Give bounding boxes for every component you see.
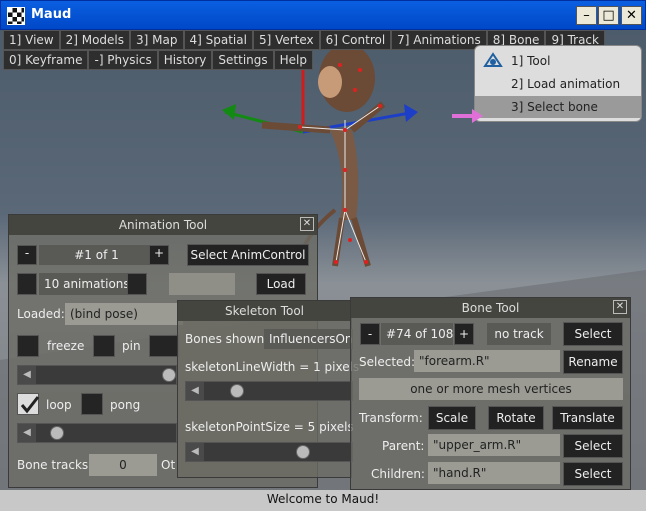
children-field: "hand.R" [428, 462, 560, 484]
menu-spatial[interactable]: 4] Spatial [183, 30, 253, 50]
rename-button[interactable]: Rename [563, 350, 623, 374]
popup-item-tool[interactable]: 1] Tool [475, 50, 641, 72]
app-icon [7, 7, 25, 25]
maximize-button[interactable]: □ [598, 6, 619, 25]
menu-control[interactable]: 6] Control [319, 30, 392, 50]
bones-shown-select[interactable]: InfluencersOnly [264, 329, 353, 349]
load-button[interactable]: Load [256, 273, 306, 295]
bone-tool-header[interactable]: Bone Tool ✕ [351, 298, 630, 318]
bone-counter: #74 of 108 [381, 323, 453, 345]
loop-label: loop [46, 398, 72, 412]
translate-button[interactable]: Translate [552, 406, 623, 430]
track-status: no track [487, 323, 551, 345]
freeze-label: freeze [47, 339, 85, 353]
menu-vertex[interactable]: 5] Vertex [252, 30, 320, 50]
next-anim-button[interactable]: + [149, 245, 169, 265]
menu-history[interactable]: History [157, 50, 213, 70]
select-parent-button[interactable]: Select [563, 434, 623, 458]
menu-map[interactable]: 3] Map [130, 30, 184, 50]
parent-label: Parent: [382, 439, 425, 453]
scale-button[interactable]: Scale [428, 406, 476, 430]
loop-checkbox[interactable] [17, 393, 40, 415]
menu-view[interactable]: 1] View [3, 30, 60, 50]
menu-keyframe[interactable]: 0] Keyframe [3, 50, 89, 70]
time-slider[interactable]: ◀ [17, 365, 177, 385]
animation-tool-title: Animation Tool [118, 218, 208, 232]
extra-checkbox[interactable] [149, 335, 179, 357]
menu-bar-row2: 0] Keyframe -] Physics History Settings … [3, 50, 313, 70]
selected-label: Selected: [359, 355, 416, 369]
pong-checkbox[interactable] [81, 393, 103, 415]
skeleton-tool-header[interactable]: Skeleton Tool [178, 301, 351, 321]
bone-tracks-label: Bone tracks: [17, 458, 93, 472]
popup-item-load-animation[interactable]: 2] Load animation [475, 73, 641, 95]
point-size-label: skeletonPointSize = 5 pixels [185, 420, 354, 434]
influence-field: one or more mesh vertices [359, 378, 623, 400]
window-title: Maud [31, 7, 72, 22]
next-bone-button[interactable]: + [454, 323, 474, 345]
bone-popup-menu: 1] Tool 2] Load animation 3] Select bone [474, 45, 642, 122]
menu-animations[interactable]: 7] Animations [391, 30, 487, 50]
animation-count: 10 animations [39, 273, 135, 295]
skeleton-tool-title: Skeleton Tool [224, 304, 304, 318]
menu-help[interactable]: Help [273, 50, 313, 70]
children-label: Children: [371, 467, 425, 481]
bones-shown-label: Bones shown: [185, 332, 269, 346]
pin-label: pin [122, 339, 141, 353]
pong-label: pong [110, 398, 141, 412]
animation-tool-header[interactable]: Animation Tool ✕ [9, 215, 317, 235]
loaded-field: (bind pose) [65, 303, 183, 325]
select-child-button[interactable]: Select [563, 462, 623, 486]
menu-models[interactable]: 2] Models [59, 30, 131, 50]
point-size-slider[interactable]: ◀ [185, 442, 353, 462]
other-label: Ot [161, 458, 176, 472]
check-icon [20, 396, 40, 414]
close-icon[interactable]: ✕ [613, 300, 627, 314]
pointer-arrow-icon [452, 109, 483, 123]
rotate-button[interactable]: Rotate [488, 406, 544, 430]
title-bar: Maud – □ ✕ [0, 0, 646, 30]
anim-prev-square[interactable] [17, 273, 37, 295]
menu-physics[interactable]: -] Physics [88, 50, 158, 70]
anim-counter: #1 of 1 [39, 245, 149, 265]
bone-tool-panel: Bone Tool ✕ - #74 of 108 + no track Selec… [350, 297, 631, 490]
close-icon[interactable]: ✕ [300, 217, 314, 231]
transform-label: Transform: [359, 411, 423, 425]
popup-item-select-bone[interactable]: 3] Select bone [475, 96, 641, 118]
freeze-checkbox[interactable] [17, 335, 39, 357]
speed-slider[interactable]: ◀ [17, 423, 177, 443]
pin-checkbox[interactable] [93, 335, 115, 357]
select-bone-button[interactable]: Select [563, 322, 623, 346]
loaded-label: Loaded: [17, 307, 65, 321]
bone-tracks-value: 0 [89, 454, 157, 476]
anim-next-square[interactable] [127, 273, 147, 295]
bone-tool-title: Bone Tool [461, 301, 520, 315]
prev-anim-button[interactable]: - [17, 245, 37, 265]
selected-bone-field: "forearm.R" [414, 350, 560, 372]
prev-bone-button[interactable]: - [360, 323, 380, 345]
select-animcontrol-button[interactable]: Select AnimControl [187, 244, 309, 266]
minimize-button[interactable]: – [576, 6, 597, 25]
parent-field: "upper_arm.R" [428, 434, 560, 456]
line-width-label: skeletonLineWidth = 1 pixels [185, 360, 360, 374]
line-width-slider[interactable]: ◀ [185, 381, 353, 401]
close-button[interactable]: ✕ [621, 6, 642, 25]
status-bar: Welcome to Maud! [0, 490, 646, 511]
skeleton-tool-panel: Skeleton Tool Bones shown: InfluencersOn… [177, 300, 359, 478]
anim-name-field[interactable] [169, 273, 235, 295]
menu-settings[interactable]: Settings [212, 50, 274, 70]
